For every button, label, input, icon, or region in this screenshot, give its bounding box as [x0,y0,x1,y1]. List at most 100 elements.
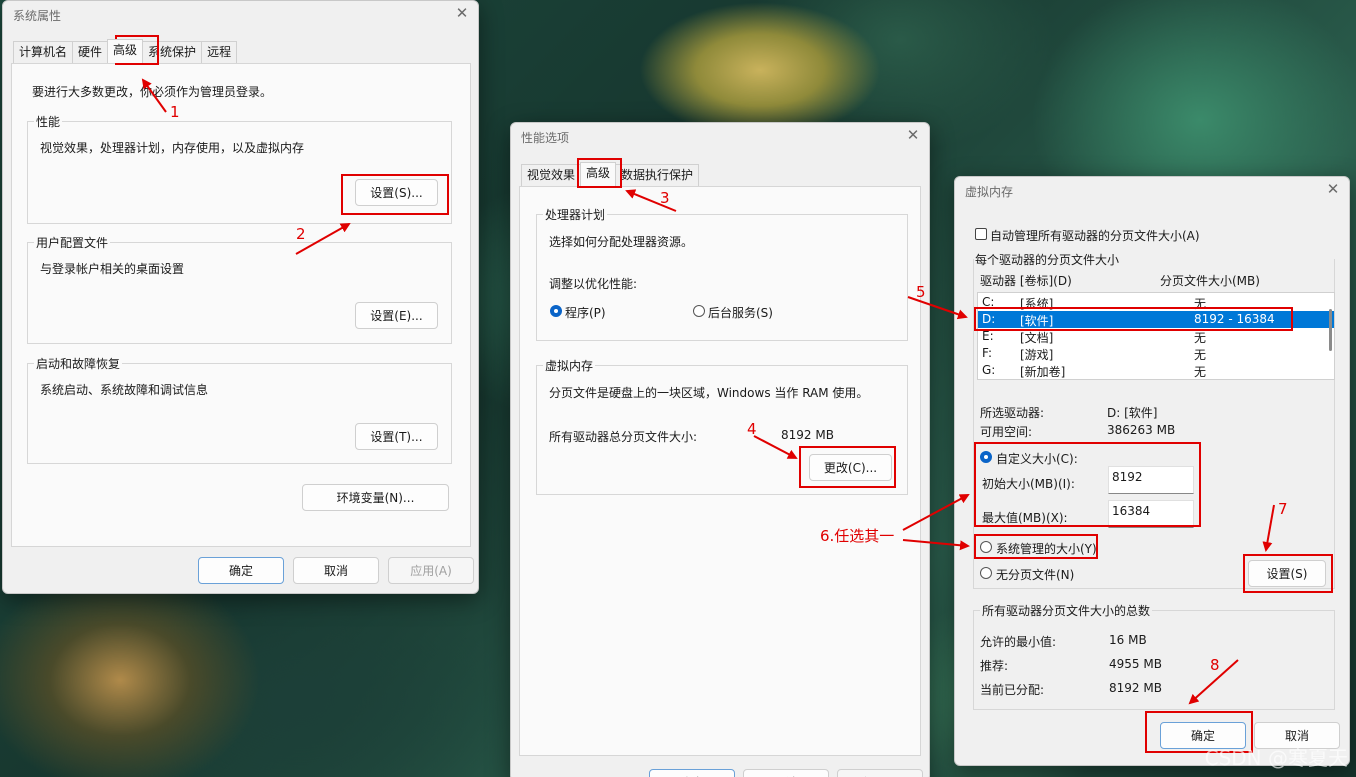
tab-visual-effects[interactable]: 视觉效果 [521,164,582,186]
drive-volume: [新加卷] [1020,365,1066,379]
annotation-step-3: 3 [660,189,670,207]
auto-manage-checkbox[interactable] [975,228,987,240]
drive-column-header: 驱动器 [卷标](D) [980,274,1072,288]
tab-dep[interactable]: 数据执行保护 [615,164,700,186]
selected-drive-label: 所选驱动器: [980,406,1045,420]
free-space-label: 可用空间: [980,425,1033,439]
list-scrollbar[interactable] [1329,309,1332,351]
list-item-selected[interactable]: D: [软件] 8192 - 16384 [978,311,1334,328]
system-managed-label: 系统管理的大小(Y) [996,542,1097,556]
ok-button[interactable]: 确定 [649,769,735,777]
tab-remote[interactable]: 远程 [201,41,238,63]
virtual-memory-window: 虚拟内存 ✕ 自动管理所有驱动器的分页文件大小(A) 每个驱动器的分页文件大小 … [954,176,1350,766]
drive-letter: D: [982,312,996,326]
performance-group: 性能 视觉效果，处理器计划，内存使用，以及虚拟内存 设置(S)... [27,113,452,224]
virtual-memory-label: 虚拟内存 [543,357,596,374]
processor-scheduling-label: 处理器计划 [543,206,608,223]
auto-manage-label: 自动管理所有驱动器的分页文件大小(A) [990,229,1200,243]
annotation-step-6: 6.任选其一 [820,527,895,545]
tab-bar: 视觉效果 高级 数据执行保护 [521,162,700,186]
startup-recovery-label: 启动和故障恢复 [34,355,123,372]
apply-button[interactable]: 应用(A) [837,769,923,777]
no-paging-label: 无分页文件(N) [996,568,1075,582]
close-icon[interactable]: ✕ [454,5,470,21]
drive-letter: E: [982,329,994,343]
startup-settings-button[interactable]: 设置(T)... [355,423,438,450]
admin-notice: 要进行大多数更改，你必须作为管理员登录。 [32,85,273,99]
user-profiles-label: 用户配置文件 [34,234,111,251]
drive-size: 无 [1194,297,1207,311]
advanced-panel: 处理器计划 选择如何分配处理器资源。 调整以优化性能: 程序(P) 后台服务(S… [519,186,921,756]
tab-advanced[interactable]: 高级 [107,39,144,63]
annotation-step-1: 1 [170,103,180,121]
selected-drive-value: D: [软件] [1107,406,1158,420]
drive-size: 无 [1194,365,1207,379]
programs-label: 程序(P) [565,306,606,320]
processor-scheduling-desc: 选择如何分配处理器资源。 [549,235,694,249]
annotation-step-2: 2 [296,225,306,243]
tab-system-protection[interactable]: 系统保护 [142,41,203,63]
user-profiles-group: 用户配置文件 与登录帐户相关的桌面设置 设置(E)... [27,234,452,344]
background-services-radio[interactable] [693,305,705,317]
performance-settings-button[interactable]: 设置(S)... [355,179,438,206]
processor-scheduling-group: 处理器计划 选择如何分配处理器资源。 调整以优化性能: 程序(P) 后台服务(S… [536,206,908,341]
cancel-button[interactable]: 取消 [293,557,379,584]
list-item[interactable]: G: [新加卷] 无 [978,362,1334,379]
background-services-label: 后台服务(S) [708,306,773,320]
min-allowed-label: 允许的最小值: [980,635,1057,649]
ok-button[interactable]: 确定 [198,557,284,584]
drive-size: 8192 - 16384 [1194,312,1275,326]
drive-list[interactable]: C: [系统] 无 D: [软件] 8192 - 16384 E: [文档] 无… [977,292,1335,380]
custom-size-radio[interactable] [980,451,992,463]
startup-recovery-group: 启动和故障恢复 系统启动、系统故障和调试信息 设置(T)... [27,355,452,464]
change-button[interactable]: 更改(C)... [809,454,892,481]
initial-size-input[interactable]: 8192 [1108,466,1194,494]
system-properties-window: 系统属性 ✕ 计算机名 硬件 高级 系统保护 远程 要进行大多数更改，你必须作为… [2,0,479,594]
virtual-memory-desc: 分页文件是硬盘上的一块区域，Windows 当作 RAM 使用。 [549,386,869,400]
watermark: CSDN @寒夏天 [1204,746,1348,770]
close-icon[interactable]: ✕ [905,127,921,143]
currently-allocated-label: 当前已分配: [980,683,1045,697]
window-title: 虚拟内存 [965,185,1014,199]
apply-button[interactable]: 应用(A) [388,557,474,584]
tab-advanced[interactable]: 高级 [580,162,617,186]
annotation-step-5: 5 [916,283,926,301]
adjust-for-label: 调整以优化性能: [549,277,638,291]
total-paging-label: 所有驱动器总分页文件大小: [549,430,698,444]
system-managed-radio[interactable] [980,541,992,553]
max-size-input[interactable]: 16384 [1108,500,1194,528]
drive-volume: [软件] [1020,314,1054,328]
recommended-label: 推荐: [980,659,1009,673]
free-space-value: 386263 MB [1107,423,1176,437]
environment-variables-button[interactable]: 环境变量(N)... [302,484,449,511]
drive-size: 无 [1194,331,1207,345]
set-button[interactable]: 设置(S) [1248,560,1326,587]
drive-volume: [文档] [1020,331,1054,345]
window-title: 系统属性 [13,9,62,23]
cancel-button[interactable]: 取消 [743,769,829,777]
performance-options-window: 性能选项 ✕ 视觉效果 高级 数据执行保护 处理器计划 选择如何分配处理器资源。… [510,122,930,777]
annotation-step-7: 7 [1278,500,1288,518]
performance-desc: 视觉效果，处理器计划，内存使用，以及虚拟内存 [40,141,305,155]
user-profiles-desc: 与登录帐户相关的桌面设置 [40,262,185,276]
initial-size-label: 初始大小(MB)(I): [982,477,1075,491]
tab-bar: 计算机名 硬件 高级 系统保护 远程 [13,39,238,63]
drive-letter: G: [982,363,996,377]
startup-recovery-desc: 系统启动、系统故障和调试信息 [40,383,209,397]
recommended-value: 4955 MB [1109,657,1162,671]
no-paging-radio[interactable] [980,567,992,579]
tab-hardware[interactable]: 硬件 [72,41,109,63]
advanced-panel: 要进行大多数更改，你必须作为管理员登录。 性能 视觉效果，处理器计划，内存使用，… [11,63,471,547]
list-item[interactable]: E: [文档] 无 [978,328,1334,345]
list-item[interactable]: C: [系统] 无 [978,294,1334,311]
programs-radio[interactable] [550,305,562,317]
drive-letter: F: [982,346,993,360]
total-paging-value: 8192 MB [781,428,834,442]
list-item[interactable]: F: [游戏] 无 [978,345,1334,362]
tab-computer-name[interactable]: 计算机名 [13,41,74,63]
drive-volume: [游戏] [1020,348,1054,362]
close-icon[interactable]: ✕ [1325,181,1341,197]
user-profiles-settings-button[interactable]: 设置(E)... [355,302,438,329]
totals-label: 所有驱动器分页文件大小的总数 [980,602,1153,619]
custom-size-label: 自定义大小(C): [996,452,1078,466]
